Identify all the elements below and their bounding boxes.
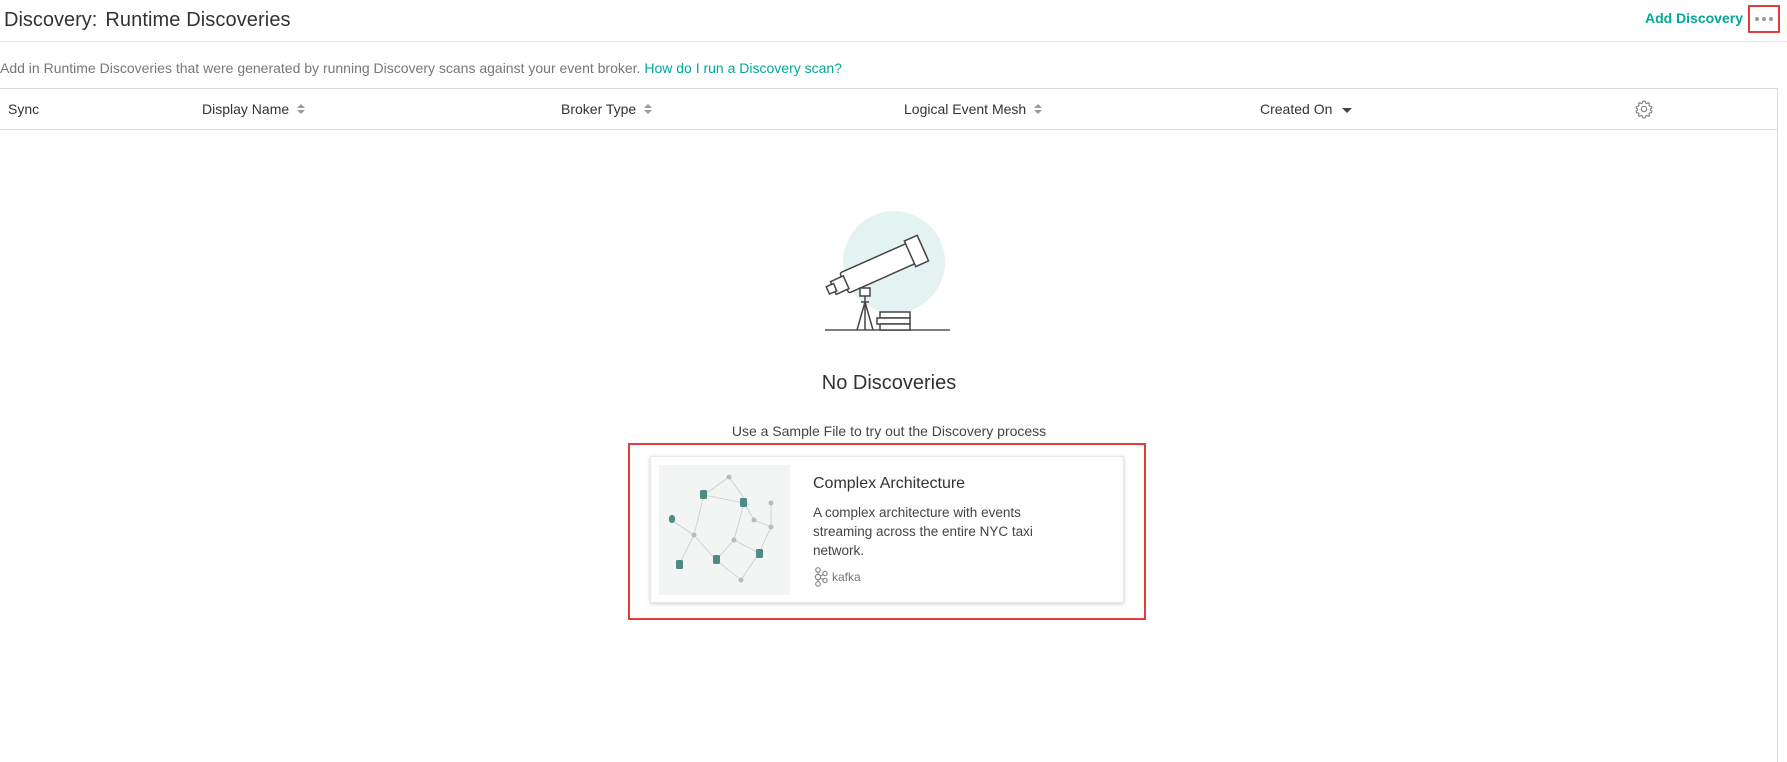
sort-descending-icon <box>1342 107 1353 113</box>
more-horizontal-icon <box>1755 17 1773 21</box>
sample-card-title: Complex Architecture <box>813 475 966 492</box>
page-title-text: Runtime Discoveries <box>105 9 291 31</box>
gear-icon[interactable] <box>1634 99 1654 119</box>
telescope-illustration <box>825 211 950 331</box>
column-header-display-name[interactable]: Display Name <box>202 101 306 117</box>
page-description: Add in Runtime Discoveries that were gen… <box>0 60 842 76</box>
page-title: Discovery: Runtime Discoveries <box>4 8 291 32</box>
column-label: Logical Event Mesh <box>904 101 1027 117</box>
sample-file-card[interactable]: Complex Architecture A complex architect… <box>650 456 1124 603</box>
description-text: Add in Runtime Discoveries that were gen… <box>0 60 641 76</box>
sort-icon <box>1034 104 1043 114</box>
column-header-sync: Sync <box>8 101 39 117</box>
kafka-icon <box>814 567 828 587</box>
sample-card-technology: kafka <box>813 567 861 587</box>
column-label: Broker Type <box>561 101 637 117</box>
help-link[interactable]: How do I run a Discovery scan? <box>644 60 842 76</box>
architecture-diagram-thumbnail <box>659 465 790 595</box>
column-label: Created On <box>1260 101 1333 117</box>
column-header-logical-event-mesh[interactable]: Logical Event Mesh <box>904 101 1043 117</box>
column-header-created-on[interactable]: Created On <box>1260 101 1353 117</box>
technology-label: kafka <box>832 570 861 584</box>
more-options-button[interactable] <box>1748 5 1780 33</box>
sort-icon <box>297 104 306 114</box>
sample-card-description: A complex architecture with events strea… <box>813 505 1033 558</box>
runtime-discoveries-page: Discovery: Runtime Discoveries Add Discov… <box>0 0 1787 762</box>
column-header-broker-type[interactable]: Broker Type <box>561 101 653 117</box>
page-header: Discovery: Runtime Discoveries Add Discov… <box>0 0 1787 42</box>
add-discovery-button[interactable]: Add Discovery <box>1645 10 1743 26</box>
sort-icon <box>644 104 653 114</box>
page-title-prefix: Discovery: <box>4 9 98 31</box>
column-label: Display Name <box>202 101 290 117</box>
empty-state-title: No Discoveries <box>821 372 957 394</box>
column-label: Sync <box>8 101 40 117</box>
empty-state-subtitle: Use a Sample File to try out the Discove… <box>731 423 1047 439</box>
table-header: Sync Display Name Broker Type Logical Ev… <box>0 89 1777 130</box>
